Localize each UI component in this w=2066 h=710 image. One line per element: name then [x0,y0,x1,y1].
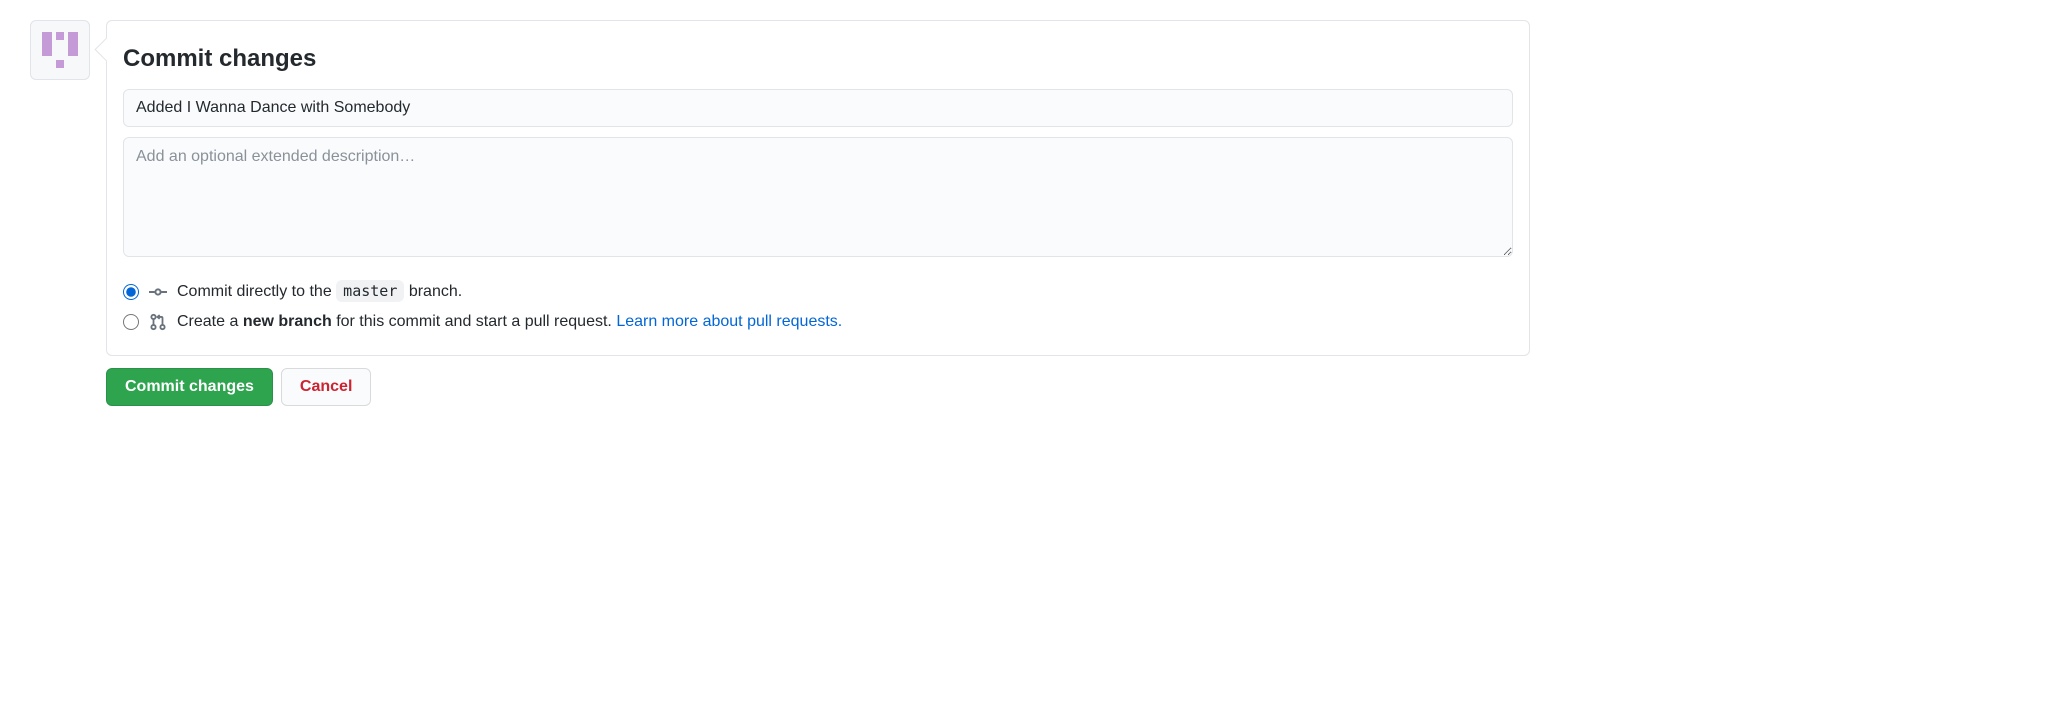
commit-direct-radio[interactable] [123,284,139,300]
git-pull-request-icon [149,313,167,331]
action-bar: Commit changes Cancel [106,368,1530,406]
git-commit-icon [149,283,167,301]
commit-summary-input[interactable] [123,89,1513,127]
commit-newbranch-label: Create a new branch for this commit and … [177,313,842,331]
commit-direct-label: Commit directly to the master branch. [177,282,462,301]
avatar [30,20,90,80]
learn-more-link[interactable]: Learn more about pull requests. [616,313,842,330]
commit-newbranch-radio[interactable] [123,314,139,330]
commit-direct-option[interactable]: Commit directly to the master branch. [123,276,1513,307]
cancel-button[interactable]: Cancel [281,368,371,406]
commit-panel: Commit changes Commit directly to the ma… [106,20,1530,356]
panel-title: Commit changes [123,45,1513,73]
commit-target-options: Commit directly to the master branch. Cr… [123,276,1513,337]
commit-button[interactable]: Commit changes [106,368,273,406]
commit-description-textarea[interactable] [123,137,1513,257]
branch-chip: master [336,280,404,302]
commit-newbranch-option[interactable]: Create a new branch for this commit and … [123,307,1513,337]
identicon-icon [38,28,82,72]
